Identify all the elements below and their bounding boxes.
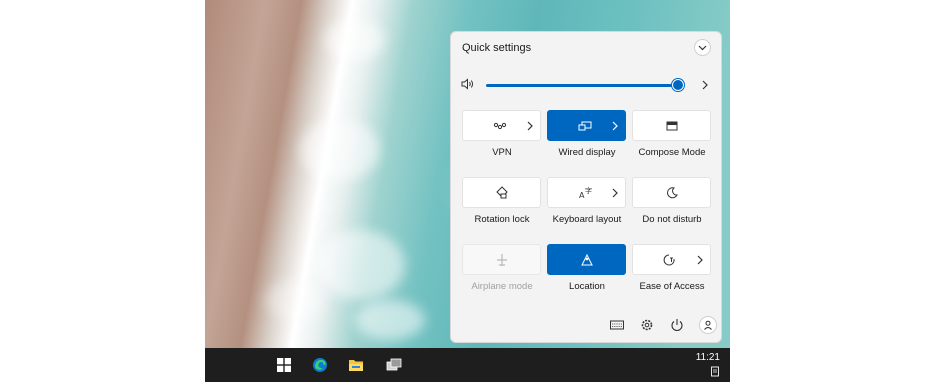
notification-icon[interactable]	[710, 366, 720, 377]
chevron-down-icon	[698, 45, 707, 50]
tile-label: Ease of Access	[639, 281, 705, 292]
rotation-lock-button[interactable]	[462, 177, 541, 208]
gear-icon[interactable]	[639, 317, 655, 333]
ease-of-access-icon	[663, 254, 675, 266]
volume-row	[451, 74, 721, 96]
tile-label: Compose Mode	[638, 147, 706, 158]
speaker-icon[interactable]	[461, 78, 475, 90]
moon-icon	[667, 187, 678, 199]
volume-slider-track[interactable]	[486, 84, 678, 87]
location-icon	[581, 253, 593, 266]
keyboard-layout-icon: A字	[579, 186, 592, 200]
vpn-icon	[493, 122, 507, 130]
chevron-right-icon[interactable]	[610, 119, 620, 133]
wired-display-icon	[578, 121, 592, 131]
task-view-icon[interactable]	[386, 357, 402, 373]
wired-display-button[interactable]	[547, 110, 626, 141]
windows-start-icon[interactable]	[276, 357, 292, 373]
edge-browser-icon[interactable]	[312, 357, 328, 373]
ease-of-access-button[interactable]	[632, 244, 711, 275]
volume-slider-thumb[interactable]	[672, 79, 684, 91]
user-icon[interactable]	[699, 316, 717, 334]
location-button[interactable]	[547, 244, 626, 275]
svg-text:字: 字	[585, 186, 592, 195]
taskbar: 11:21	[205, 348, 730, 382]
quick-settings-panel: Quick settings VPN Wired display Compose…	[450, 31, 722, 343]
quick-settings-header: Quick settings	[451, 32, 721, 62]
compose-mode-button[interactable]	[632, 110, 711, 141]
keyboard-icon[interactable]	[609, 317, 625, 333]
airplane-mode-button[interactable]	[462, 244, 541, 275]
vpn-button[interactable]	[462, 110, 541, 141]
airplane-icon	[497, 254, 507, 266]
system-clock[interactable]: 11:21	[696, 352, 720, 381]
rotation-lock-icon	[496, 186, 508, 199]
chevron-right-icon[interactable]	[701, 79, 709, 91]
do-not-disturb-button[interactable]	[632, 177, 711, 208]
quick-settings-footer	[451, 308, 721, 342]
clock-time: 11:21	[695, 352, 720, 363]
chevron-right-icon[interactable]	[695, 253, 705, 267]
collapse-button[interactable]	[694, 39, 711, 56]
quick-settings-title: Quick settings	[462, 42, 532, 54]
compose-mode-icon	[666, 121, 678, 131]
tile-label: Do not disturb	[642, 214, 702, 225]
power-icon[interactable]	[669, 317, 685, 333]
chevron-right-icon[interactable]	[610, 186, 620, 200]
chevron-right-icon[interactable]	[525, 119, 535, 133]
file-explorer-icon[interactable]	[348, 357, 364, 373]
keyboard-layout-button[interactable]: A字	[547, 177, 626, 208]
